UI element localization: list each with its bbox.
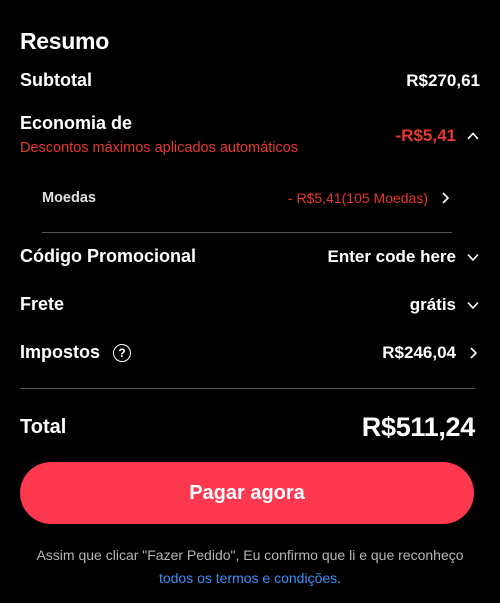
total-row: Total R$511,24 <box>20 412 475 443</box>
coins-value: - R$5,41(105 Moedas) <box>287 190 428 206</box>
summary-title: Resumo <box>20 28 109 54</box>
shipping-label: Frete <box>20 294 65 314</box>
savings-value: -R$5,41 <box>395 126 456 145</box>
taxes-value: R$246,04 <box>382 342 456 362</box>
promo-input-trigger[interactable]: Enter code here <box>328 247 481 267</box>
taxes-label: Impostos <box>20 342 101 362</box>
total-value: R$511,24 <box>361 412 476 442</box>
taxes-value-group[interactable]: R$246,04 <box>382 343 480 363</box>
shipping-row[interactable]: Frete grátis <box>20 294 480 315</box>
chevron-down-icon[interactable] <box>466 250 480 264</box>
coins-label: Moedas <box>42 190 96 206</box>
total-divider <box>20 388 475 389</box>
chevron-right-icon[interactable] <box>438 191 452 205</box>
chevron-right-icon[interactable] <box>466 346 480 360</box>
pay-now-button[interactable]: Pagar agora <box>20 462 474 524</box>
promo-row[interactable]: Código Promocional Enter code here <box>20 246 480 267</box>
shipping-value: grátis <box>409 294 456 314</box>
coins-value-group[interactable]: - R$5,41(105 Moedas) <box>288 190 452 206</box>
subtotal-value: R$270,61 <box>406 70 480 90</box>
promo-placeholder: Enter code here <box>327 246 457 266</box>
terms-link[interactable]: todos os termos e condições <box>159 570 337 586</box>
chevron-up-icon[interactable] <box>466 129 480 143</box>
coins-divider <box>42 232 452 233</box>
disclaimer-text: Assim que clicar "Fazer Pedido", Eu conf… <box>36 547 464 563</box>
order-summary-panel: Resumo Subtotal R$270,61 Economia de Des… <box>0 0 500 603</box>
total-label: Total <box>20 416 67 438</box>
coins-row[interactable]: Moedas - R$5,41(105 Moedas) <box>42 190 452 206</box>
subtotal-row: Subtotal R$270,61 <box>20 70 480 91</box>
shipping-value-group[interactable]: grátis <box>410 295 480 315</box>
terms-disclaimer: Assim que clicar "Fazer Pedido", Eu conf… <box>20 544 480 590</box>
taxes-label-group: Impostos ? <box>20 342 132 363</box>
disclaimer-trailing: . <box>337 570 342 586</box>
subtotal-label: Subtotal <box>20 70 92 90</box>
chevron-down-icon[interactable] <box>466 298 480 312</box>
savings-value-group[interactable]: -R$5,41 <box>20 126 480 146</box>
taxes-row[interactable]: Impostos ? R$246,04 <box>20 342 480 363</box>
help-icon[interactable]: ? <box>113 344 132 363</box>
promo-label: Código Promocional <box>20 246 197 266</box>
